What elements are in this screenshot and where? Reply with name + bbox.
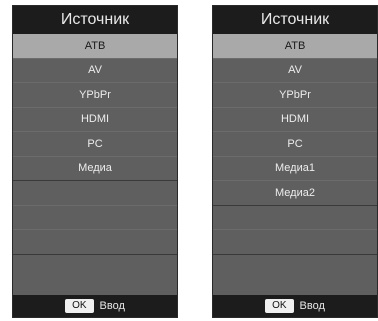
source-item-av[interactable]: AV [213, 59, 377, 83]
source-item-media1[interactable]: Медиа1 [213, 157, 377, 181]
source-item-hdmi[interactable]: HDMI [213, 108, 377, 132]
source-list: ATB AV YPbPr HDMI PC Медиа [13, 34, 177, 295]
source-menu-right: Источник ATB AV YPbPr HDMI PC Медиа1 Мед… [212, 5, 378, 318]
enter-label: Ввод [99, 300, 125, 312]
source-item-av[interactable]: AV [13, 59, 177, 83]
ok-key-badge[interactable]: OK [65, 299, 94, 313]
source-item-media2[interactable]: Медиа2 [213, 181, 377, 206]
source-item-media[interactable]: Медиа [13, 157, 177, 181]
source-item-hdmi[interactable]: HDMI [13, 108, 177, 132]
source-item-atb[interactable]: ATB [13, 34, 177, 59]
source-list: ATB AV YPbPr HDMI PC Медиа1 Медиа2 [213, 34, 377, 295]
empty-slot [13, 255, 177, 296]
empty-slot [13, 230, 177, 255]
enter-label: Ввод [299, 300, 325, 312]
source-item-atb[interactable]: ATB [213, 34, 377, 59]
source-menu-left: Источник ATB AV YPbPr HDMI PC Медиа OK В… [12, 5, 178, 318]
empty-slot [213, 255, 377, 296]
empty-slot [213, 230, 377, 255]
source-item-ypbpr[interactable]: YPbPr [213, 83, 377, 108]
source-menu-title: Источник [213, 6, 377, 34]
empty-slot [13, 206, 177, 230]
source-item-pc[interactable]: PC [213, 132, 377, 157]
empty-slot [213, 206, 377, 230]
source-item-pc[interactable]: PC [13, 132, 177, 157]
source-menu-title: Источник [13, 6, 177, 34]
menu-footer: OK Ввод [13, 295, 177, 317]
ok-key-badge[interactable]: OK [265, 299, 294, 313]
empty-slot [13, 181, 177, 206]
source-item-ypbpr[interactable]: YPbPr [13, 83, 177, 108]
menu-footer: OK Ввод [213, 295, 377, 317]
